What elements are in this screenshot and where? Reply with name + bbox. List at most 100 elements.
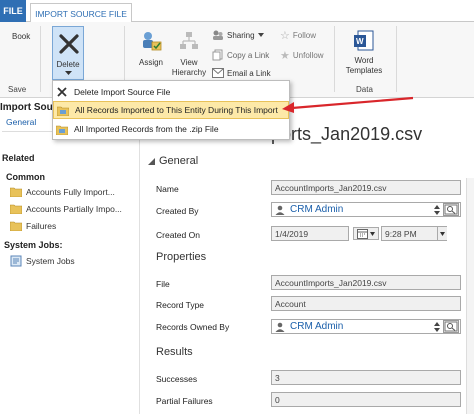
menu-item-label: All Imported Records from the .zip File bbox=[74, 124, 219, 134]
successes-field[interactable]: 3 bbox=[271, 370, 461, 385]
related-heading: Related bbox=[2, 153, 35, 163]
word-templates-button[interactable]: W Word Templates bbox=[340, 28, 388, 78]
tab-file[interactable]: FILE bbox=[0, 0, 26, 22]
folder-icon bbox=[10, 187, 22, 197]
file-field[interactable]: AccountImports_Jan2019.csv bbox=[271, 275, 461, 290]
system-jobs-heading: System Jobs: bbox=[4, 240, 63, 250]
general-section-title: General bbox=[159, 155, 199, 167]
entity-label: Import Sour bbox=[0, 102, 57, 113]
delete-x-icon bbox=[57, 87, 67, 97]
properties-section-title: Properties bbox=[156, 251, 207, 263]
view-hierarchy-label-2: Hierarchy bbox=[171, 68, 207, 77]
unfollow-label: Unfollow bbox=[292, 51, 324, 60]
record-type-label: Record Type bbox=[156, 300, 205, 310]
unfollow-button[interactable]: ★ Unfollow bbox=[280, 49, 324, 62]
successes-label: Successes bbox=[156, 374, 198, 384]
menu-item-delete-all-records-this-import[interactable]: All Records Imported to This Entity Duri… bbox=[53, 101, 289, 119]
email-link-button[interactable]: Email a Link bbox=[212, 68, 271, 78]
created-by-label: Created By bbox=[156, 206, 199, 216]
menu-item-delete-all-records-zip[interactable]: All Imported Records from the .zip File bbox=[53, 120, 289, 138]
nav-item-label: Accounts Partially Impo... bbox=[26, 203, 122, 214]
nav-item-failures[interactable]: Failures bbox=[10, 220, 56, 231]
delete-button[interactable]: Delete bbox=[52, 26, 84, 80]
email-icon bbox=[212, 68, 224, 78]
name-field[interactable]: AccountImports_Jan2019.csv bbox=[271, 180, 461, 195]
file-label: File bbox=[156, 279, 170, 289]
nav-item-label: Accounts Fully Import... bbox=[26, 186, 115, 197]
book-button[interactable]: Book bbox=[12, 32, 30, 41]
red-arrow-annotation bbox=[282, 96, 414, 113]
hierarchy-icon bbox=[180, 32, 198, 49]
lookup-icon bbox=[444, 204, 458, 215]
nav-item-system-jobs[interactable]: System Jobs bbox=[10, 255, 75, 267]
time-dropdown-button[interactable] bbox=[437, 227, 447, 240]
menu-item-label: Delete Import Source File bbox=[74, 87, 171, 97]
created-by-lookup-button[interactable] bbox=[443, 203, 459, 216]
lookup-icon bbox=[444, 321, 458, 332]
collapse-triangle-icon bbox=[148, 157, 155, 165]
sharing-icon bbox=[213, 30, 223, 40]
owned-by-scroll-arrows[interactable] bbox=[433, 320, 441, 333]
word-templates-label-1: Word bbox=[354, 56, 374, 65]
email-link-label: Email a Link bbox=[227, 68, 271, 78]
copy-link-icon bbox=[212, 49, 223, 61]
delete-x-icon bbox=[59, 34, 79, 54]
left-navigation: Import Sour General Related Common Accou… bbox=[0, 98, 140, 414]
common-heading: Common bbox=[6, 172, 45, 182]
nav-item-label: Failures bbox=[26, 220, 57, 231]
menu-item-delete-import-source-file[interactable]: Delete Import Source File bbox=[53, 83, 289, 101]
word-icon-letter: W bbox=[356, 37, 364, 46]
user-icon bbox=[275, 205, 285, 215]
sharing-button[interactable]: Sharing bbox=[212, 29, 264, 41]
copy-link-label: Copy a Link bbox=[227, 50, 270, 60]
created-by-value: CRM Admin bbox=[290, 204, 344, 215]
partial-failures-field[interactable]: 0 bbox=[271, 392, 461, 407]
general-link[interactable]: General bbox=[6, 117, 36, 127]
folder-records-icon bbox=[56, 125, 68, 135]
folder-records-icon bbox=[57, 106, 69, 116]
chevron-down-icon bbox=[370, 231, 375, 236]
partial-failures-label: Partial Failures bbox=[156, 396, 213, 406]
menu-item-label: All Records Imported to This Entity Duri… bbox=[75, 105, 278, 115]
sharing-label: Sharing bbox=[227, 30, 255, 40]
star-outline-icon: ☆ bbox=[280, 30, 290, 42]
nav-item-label: System Jobs bbox=[26, 256, 75, 266]
nav-item-accounts-fully-imported[interactable]: Accounts Fully Import... bbox=[10, 186, 115, 197]
created-on-label: Created On bbox=[156, 230, 200, 240]
ribbon-separator bbox=[40, 26, 41, 92]
star-icon: ★ bbox=[280, 50, 290, 62]
nav-item-accounts-partially-imported[interactable]: Accounts Partially Impo... bbox=[10, 203, 122, 214]
folder-icon bbox=[10, 204, 22, 214]
user-icon bbox=[275, 322, 285, 332]
chevron-down-icon bbox=[257, 33, 264, 37]
calendar-button[interactable] bbox=[353, 227, 379, 240]
view-hierarchy-button[interactable]: View Hierarchy bbox=[170, 28, 208, 78]
assign-label: Assign bbox=[138, 58, 163, 67]
follow-button[interactable]: ☆ Follow bbox=[280, 29, 316, 42]
calendar-icon bbox=[357, 228, 368, 239]
group-label-data: Data bbox=[356, 85, 373, 94]
chevron-down-icon bbox=[440, 231, 445, 236]
record-type-field[interactable]: Account bbox=[271, 296, 461, 311]
assign-button[interactable]: Assign bbox=[136, 28, 166, 74]
tab-import-source-file[interactable]: IMPORT SOURCE FILE bbox=[30, 3, 132, 23]
right-panel-edge bbox=[466, 178, 474, 414]
updown-arrow-icon bbox=[434, 321, 440, 332]
name-label: Name bbox=[156, 184, 179, 194]
ribbon-separator bbox=[396, 26, 397, 92]
assign-icon bbox=[143, 32, 162, 51]
delete-dropdown-menu: Delete Import Source File All Records Im… bbox=[52, 80, 290, 140]
ribbon-separator bbox=[334, 26, 335, 92]
copy-link-button[interactable]: Copy a Link bbox=[212, 49, 269, 61]
updown-arrow-icon bbox=[434, 204, 440, 215]
word-templates-label-2: Templates bbox=[345, 66, 383, 75]
view-hierarchy-label-1: View bbox=[180, 58, 198, 67]
created-on-date-field[interactable]: 1/4/2019 bbox=[271, 226, 349, 241]
delete-button-label: Delete bbox=[56, 60, 80, 69]
general-section-header[interactable]: General bbox=[148, 155, 198, 167]
owned-by-lookup-button[interactable] bbox=[443, 320, 459, 333]
created-by-scroll-arrows[interactable] bbox=[433, 203, 441, 216]
records-owned-by-label: Records Owned By bbox=[156, 322, 230, 332]
group-label-save: Save bbox=[8, 85, 27, 94]
follow-label: Follow bbox=[292, 31, 316, 40]
